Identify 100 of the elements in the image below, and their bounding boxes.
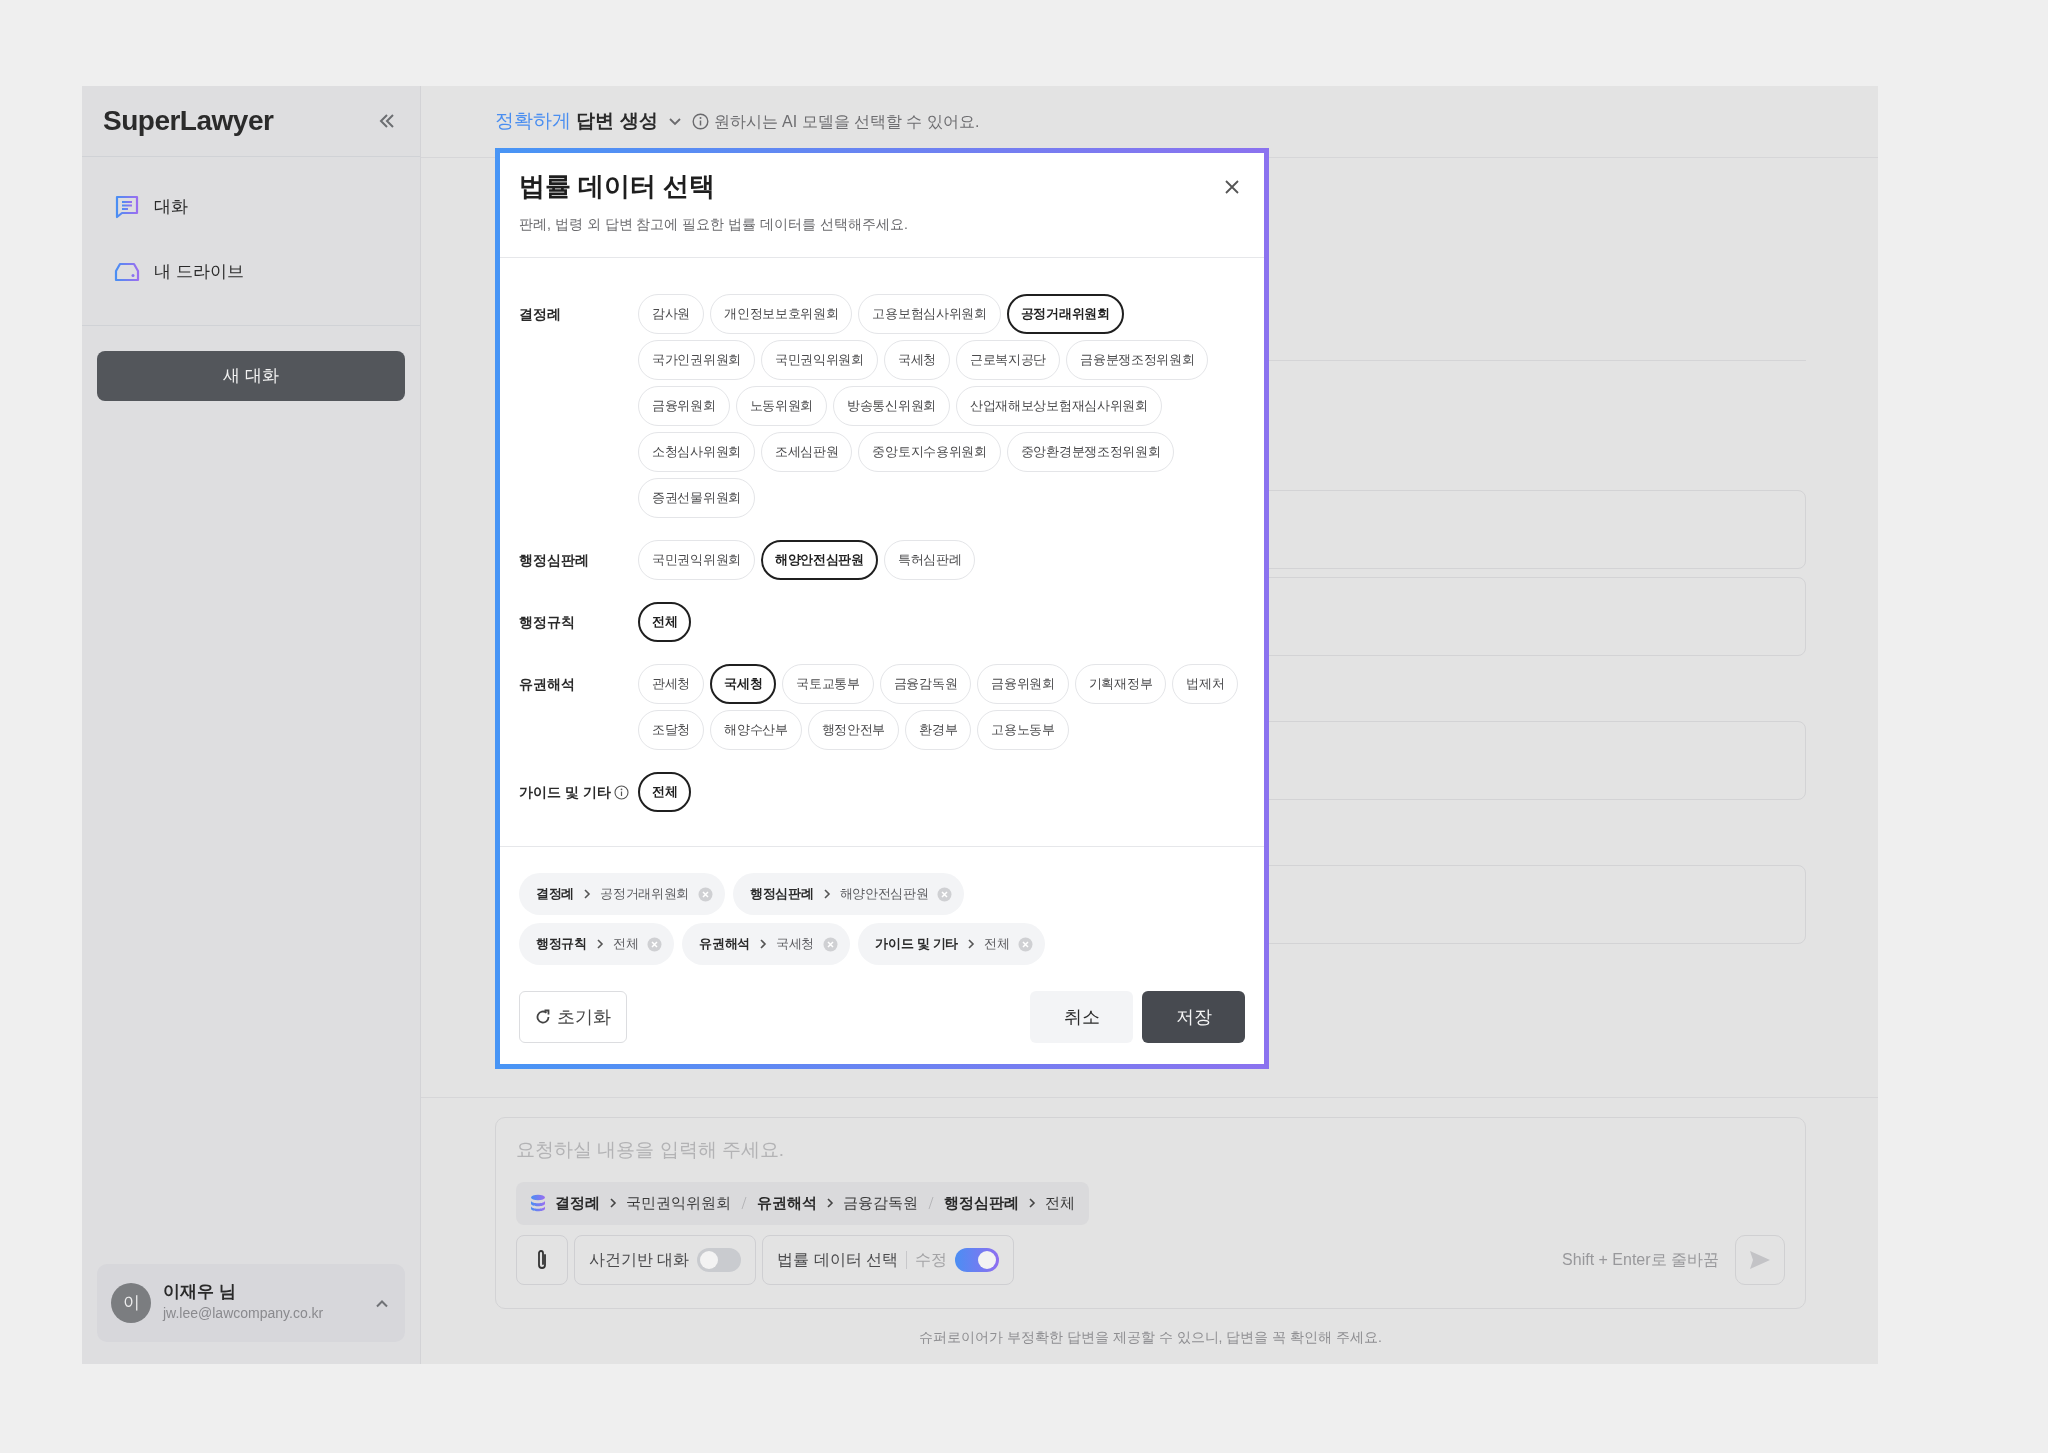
filter-chip[interactable]: 해양안전심판원 [760,540,878,581]
filter-chip[interactable]: 국세청 [883,340,950,381]
toggle-button[interactable]: 사건기반 대화 [574,1234,757,1285]
remove-icon[interactable] [937,886,953,902]
tag-group: 유권해석 [699,934,751,954]
tag-value: 전체 [983,935,1010,954]
filter-chip[interactable]: 금융위원회 [977,664,1069,705]
app-logo: SuperLawyer [103,104,274,138]
filter-chip[interactable]: 전체 [638,602,692,643]
chevron-icon [759,938,768,951]
tag-group: 결정례 [536,884,575,904]
filter-chip[interactable]: 환경부 [905,710,972,751]
filter-chip[interactable]: 근로복지공단 [955,340,1061,381]
tag-value: 전체 [612,935,639,954]
filter-chip[interactable]: 개인정보보호위원회 [710,294,853,335]
filter-chip[interactable]: 조세심판원 [760,432,853,473]
close-icon [1224,179,1240,195]
sidebar-item[interactable]: 내 드라이브 [82,239,420,304]
filter-group: 결정례 [555,1191,600,1215]
filter-chip[interactable]: 조달청 [638,710,705,751]
drive-icon [114,260,140,283]
info-icon [691,113,709,130]
remove-icon[interactable] [823,936,839,952]
group-label: 결정례 [519,304,561,324]
filter-chip[interactable]: 국세청 [710,664,777,705]
filter-chip[interactable]: 소청심사위원회 [638,432,755,473]
chevron-icon [583,888,592,901]
filter-chip[interactable]: 법제처 [1172,664,1239,705]
filter-summary-bar[interactable]: 결정례 국민권익위원회 유권해석 금융감독원 행정심판례 전체 [516,1181,1089,1225]
filter-chip[interactable]: 행정안전부 [807,710,900,751]
mode-label: 정확하게 답변 생성 [495,109,658,134]
filter-chip[interactable]: 금융분쟁조정위원회 [1066,340,1209,381]
tag-group: 행정심판례 [750,884,814,904]
filter-chip[interactable]: 금융위원회 [638,386,730,427]
filter-chip[interactable]: 관세청 [638,664,705,705]
toggle-switch[interactable] [697,1247,742,1272]
filter-chip[interactable]: 국민권익위원회 [760,340,878,381]
filter-chip[interactable]: 전체 [638,772,692,813]
filter-chip[interactable]: 중앙토지수용위원회 [858,432,1001,473]
tag-group: 행정규칙 [536,934,587,954]
mode-selector[interactable]: 정확하게 답변 생성 [495,107,682,136]
filter-chip[interactable]: 기획재정부 [1074,664,1167,705]
user-email: jw.lee@lawcompany.co.kr [163,1303,325,1323]
chevron-icon [595,938,604,951]
save-button[interactable]: 저장 [1142,991,1245,1044]
remove-icon[interactable] [1018,936,1034,952]
filter-group: 유권해석 [757,1191,817,1215]
send-icon [1749,1249,1771,1270]
filter-chip[interactable]: 중앙환경분쟁조정위원회 [1006,432,1175,473]
filter-chip[interactable]: 국가인권위원회 [638,340,755,381]
cancel-button[interactable]: 취소 [1030,991,1133,1044]
group-label: 유권해석 [519,674,575,694]
reset-button[interactable]: 초기화 [519,991,627,1044]
info-icon [613,784,629,800]
remove-icon[interactable] [647,936,663,952]
chevron-icon [609,1197,617,1209]
filter-value: 전체 [1045,1192,1075,1213]
filter-chip[interactable]: 산업재해보상보험재심사위원회 [955,386,1162,427]
attach-button[interactable] [516,1234,568,1285]
filter-value: 국민권익위원회 [626,1192,731,1213]
database-icon [530,1194,546,1212]
modal-title: 법률 데이터 선택 [519,171,716,203]
filter-chip[interactable]: 특허심판례 [883,540,976,581]
filter-chip[interactable]: 금융감독원 [879,664,972,705]
collapse-icon [378,113,396,129]
send-button[interactable] [1735,1234,1785,1285]
disclaimer: 슈퍼로이어가 부정확한 답변을 제공할 수 있으니, 답변을 꼭 확인해 주세요. [918,1328,1383,1347]
modal-subtitle: 판례, 법령 외 답변 참고에 필요한 법률 데이터를 선택해주세요. [519,215,909,235]
chat-icon [114,194,140,219]
filter-chip[interactable]: 공정거래위원회 [1006,294,1124,335]
filter-chip[interactable]: 노동위원회 [735,386,828,427]
collapse-button[interactable] [378,113,396,129]
user-name: 이재우 님 [163,1282,237,1303]
tag-value: 국세청 [776,935,815,954]
slash-divider [740,1196,748,1210]
toggle-button[interactable]: 법률 데이터 선택 수정 [762,1234,1015,1285]
filter-chip[interactable]: 국민권익위원회 [638,540,755,581]
avatar: 이 [111,1283,151,1323]
filter-chip[interactable]: 감사원 [638,294,705,335]
chevron-icon [822,888,831,901]
remove-icon[interactable] [698,886,713,902]
filter-chip[interactable]: 증권선물위원회 [638,478,755,519]
filter-chip[interactable]: 방송통신위원회 [833,386,950,427]
filter-group: 행정심판례 [944,1191,1019,1215]
filter-chip[interactable]: 고용보험심사위원회 [858,294,1001,335]
filter-chip[interactable]: 고용노동부 [977,710,1069,751]
group-label: 행정규칙 [519,612,575,632]
toggle-switch[interactable] [955,1247,1000,1272]
group-label: 가이드 및 기타 [519,782,611,802]
filter-value: 금융감독원 [843,1192,918,1213]
sidebar-item[interactable]: 대화 [82,174,420,239]
filter-chip[interactable]: 해양수산부 [710,710,802,751]
chevron-down-icon [667,117,682,126]
hint-text: 원하시는 AI 모델을 선택할 수 있어요. [713,111,980,132]
chevron-icon [1028,1197,1036,1209]
chevron-icon [826,1197,834,1209]
filter-chip[interactable]: 국토교통부 [782,664,874,705]
shortcut-hint: Shift + Enter로 줄바꿈 [1562,1249,1719,1270]
new-chat-button[interactable]: 새 대화 [97,351,405,401]
user-card[interactable]: 이 이재우 님 jw.lee@lawcompany.co.kr [97,1264,405,1342]
